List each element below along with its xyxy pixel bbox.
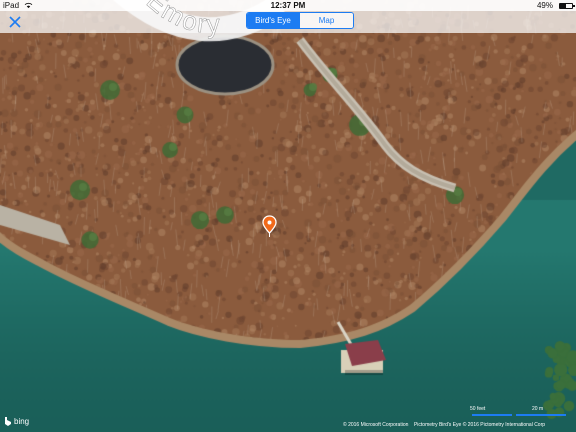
aerial-map[interactable] bbox=[0, 0, 576, 432]
wifi-icon bbox=[24, 2, 33, 9]
device-name: iPad bbox=[3, 1, 20, 10]
battery-fill bbox=[560, 3, 566, 8]
view-mode-segmented-control: Bird's Eye Map bbox=[246, 12, 354, 29]
birds-eye-tab[interactable]: Bird's Eye bbox=[247, 13, 299, 28]
battery-percent: 49% bbox=[536, 1, 553, 10]
status-time: 12:37 PM bbox=[270, 1, 306, 10]
status-left: iPad bbox=[0, 1, 33, 10]
map-top-bar: Bird's Eye Map bbox=[0, 11, 576, 33]
location-pin[interactable] bbox=[262, 215, 277, 237]
close-icon bbox=[9, 16, 21, 28]
pin-center-icon bbox=[267, 220, 272, 225]
status-right: 49% bbox=[534, 1, 576, 10]
battery-icon bbox=[559, 2, 575, 9]
map-tab[interactable]: Map bbox=[299, 13, 353, 28]
status-bar: iPad 12:37 PM 49% bbox=[0, 0, 576, 11]
close-button[interactable] bbox=[5, 12, 25, 32]
